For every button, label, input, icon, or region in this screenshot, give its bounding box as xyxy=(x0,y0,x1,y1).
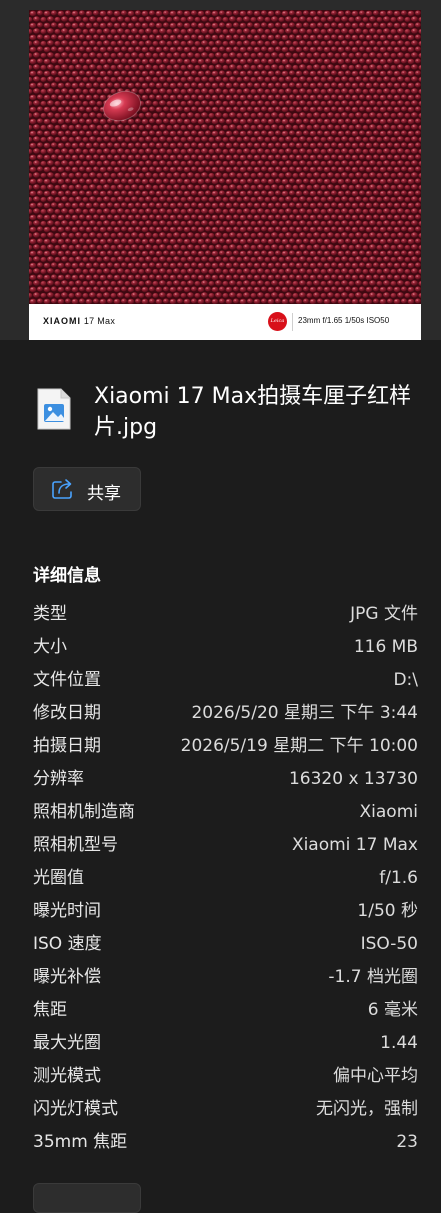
caption-specs: 23mm f/1.65 1/50s ISO50 xyxy=(298,316,390,325)
detail-row-35mm-focal: 35mm 焦距 23 xyxy=(33,1126,418,1159)
detail-label: 曝光时间 xyxy=(33,901,101,921)
detail-label: ISO 速度 xyxy=(33,934,102,954)
share-button[interactable]: 共享 xyxy=(33,467,141,511)
detail-label: 拍摄日期 xyxy=(33,736,101,756)
detail-label: 闪光灯模式 xyxy=(33,1099,118,1119)
detail-value: ISO-50 xyxy=(360,934,418,954)
detail-label: 照相机制造商 xyxy=(33,802,135,822)
detail-value: 2026/5/20 星期三 下午 3:44 xyxy=(191,703,418,723)
detail-row-type: 类型 JPG 文件 xyxy=(33,598,418,631)
detail-value: f/1.6 xyxy=(379,868,418,888)
detail-label: 最大光圈 xyxy=(33,1033,101,1053)
detail-value: Xiaomi xyxy=(359,802,418,822)
detail-value: 116 MB xyxy=(353,637,418,657)
detail-label: 焦距 xyxy=(33,1000,67,1020)
detail-value: 无闪光，强制 xyxy=(316,1099,418,1119)
detail-row-camera-model: 照相机型号 Xiaomi 17 Max xyxy=(33,829,418,862)
caption-brand-main: XIAOMI xyxy=(43,316,82,326)
share-icon xyxy=(52,479,72,499)
detail-row-taken: 拍摄日期 2026/5/19 星期二 下午 10:00 xyxy=(33,730,418,763)
image-file-icon xyxy=(37,388,71,430)
detail-row-metering-mode: 测光模式 偏中心平均 xyxy=(33,1060,418,1093)
details-list: 类型 JPG 文件 大小 116 MB 文件位置 D:\ 修改日期 2026/5… xyxy=(33,598,418,1159)
detail-row-exposure-time: 曝光时间 1/50 秒 xyxy=(33,895,418,928)
detail-value: 2026/5/19 星期二 下午 10:00 xyxy=(180,736,418,756)
caption-divider xyxy=(292,313,293,331)
detail-row-focal-length: 焦距 6 毫米 xyxy=(33,994,418,1027)
detail-value: 23 xyxy=(396,1132,418,1152)
leica-logo-icon: Leica xyxy=(268,312,287,331)
photo-watermark-caption: XIAOMI 17 Max Leica 23mm f/1.65 1/50s IS… xyxy=(29,304,421,340)
detail-value: -1.7 档光圈 xyxy=(328,967,418,987)
detail-value: JPG 文件 xyxy=(350,604,418,624)
more-options-button[interactable] xyxy=(33,1183,141,1213)
detail-row-camera-maker: 照相机制造商 Xiaomi xyxy=(33,796,418,829)
detail-value[interactable]: D:\ xyxy=(393,664,418,697)
detail-value: 16320 x 13730 xyxy=(288,769,418,789)
photo-thumbnail[interactable]: XIAOMI 17 Max Leica 23mm f/1.65 1/50s IS… xyxy=(29,10,421,340)
detail-label: 35mm 焦距 xyxy=(33,1132,128,1152)
image-preview-area: XIAOMI 17 Max Leica 23mm f/1.65 1/50s IS… xyxy=(0,0,441,340)
detail-row-modified: 修改日期 2026/5/20 星期三 下午 3:44 xyxy=(33,697,418,730)
detail-label: 大小 xyxy=(33,637,67,657)
caption-brand-model: 17 Max xyxy=(83,316,116,326)
detail-row-location[interactable]: 文件位置 D:\ xyxy=(33,664,418,697)
detail-label: 分辨率 xyxy=(33,769,84,789)
details-heading: 详细信息 xyxy=(33,566,101,586)
detail-label: 光圈值 xyxy=(33,868,84,888)
detail-value: 6 毫米 xyxy=(367,1000,418,1020)
detail-label: 曝光补偿 xyxy=(33,967,101,987)
caption-brand: XIAOMI 17 Max xyxy=(43,316,115,326)
detail-value: Xiaomi 17 Max xyxy=(291,835,418,855)
detail-row-size: 大小 116 MB xyxy=(33,631,418,664)
detail-value: 1/50 秒 xyxy=(357,901,418,921)
detail-row-exposure-bias: 曝光补偿 -1.7 档光圈 xyxy=(33,961,418,994)
detail-value: 偏中心平均 xyxy=(333,1066,418,1086)
detail-value: 1.44 xyxy=(380,1033,418,1053)
detail-row-aperture: 光圈值 f/1.6 xyxy=(33,862,418,895)
share-label: 共享 xyxy=(87,484,121,504)
file-title: Xiaomi 17 Max拍摄车厘子红样片.jpg xyxy=(94,384,412,440)
detail-label: 测光模式 xyxy=(33,1066,101,1086)
detail-label: 照相机型号 xyxy=(33,835,118,855)
detail-label: 类型 xyxy=(33,604,67,624)
detail-row-max-aperture: 最大光圈 1.44 xyxy=(33,1027,418,1060)
detail-row-resolution: 分辨率 16320 x 13730 xyxy=(33,763,418,796)
detail-row-iso: ISO 速度 ISO-50 xyxy=(33,928,418,961)
detail-label: 文件位置 xyxy=(33,670,101,690)
photo-image xyxy=(29,10,421,304)
detail-label: 修改日期 xyxy=(33,703,101,723)
detail-row-flash-mode: 闪光灯模式 无闪光，强制 xyxy=(33,1093,418,1126)
